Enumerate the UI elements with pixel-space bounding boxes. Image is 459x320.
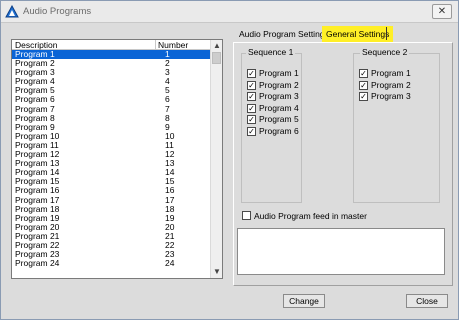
sequence1-checkbox[interactable]: ✓ <box>247 92 256 101</box>
list-item-number: 24 <box>165 258 175 269</box>
column-header-number[interactable]: Number <box>158 40 188 50</box>
close-button-label: Close <box>416 296 438 306</box>
sequence1-checkbox[interactable]: ✓ <box>247 115 256 124</box>
sequence1-option-label: Program 5 <box>259 114 299 124</box>
sequence1-option-label: Program 4 <box>259 102 299 113</box>
info-text-area[interactable] <box>237 228 445 275</box>
scroll-down-icon[interactable]: ▼ <box>211 266 222 278</box>
app-logo-icon <box>5 5 19 18</box>
sequence-1-group: Sequence 1 ✓ Program 1 ✓ Program 2 ✓ Program … <box>241 47 302 203</box>
feed-in-master-checkbox[interactable] <box>242 211 251 220</box>
sequence1-option-label: Program 2 <box>259 79 299 90</box>
sequence2-option-label: Program 1 <box>371 68 411 78</box>
sequence2-checkbox[interactable]: ✓ <box>359 69 368 78</box>
close-button[interactable]: Close <box>406 294 448 308</box>
sequence2-checkbox[interactable]: ✓ <box>359 80 368 90</box>
sequence1-checkbox[interactable]: ✓ <box>247 103 256 113</box>
window-close-button[interactable]: ✕ <box>432 4 452 19</box>
sequence1-option-label: Program 1 <box>259 68 299 78</box>
audio-programs-window: Audio Programs ✕ Description Number Prog… <box>0 0 459 320</box>
list-item[interactable]: Program 24 24 <box>12 259 210 268</box>
tab-strip: Audio Program Settings General Settings <box>233 26 453 42</box>
change-button-label: Change <box>289 296 319 306</box>
sequence1-option-label: Program 3 <box>259 91 299 101</box>
change-button[interactable]: Change <box>283 294 325 308</box>
sequence1-option-label: Program 6 <box>259 125 299 136</box>
sequence2-checkbox[interactable]: ✓ <box>359 92 368 101</box>
sequence1-checkbox[interactable]: ✓ <box>247 69 256 78</box>
list-scrollbar[interactable]: ▲ ▼ <box>210 40 222 278</box>
tab-audio-program-settings[interactable]: Audio Program Settings <box>235 26 333 42</box>
scroll-up-icon[interactable]: ▲ <box>211 40 222 52</box>
list-item-description: Program 24 <box>15 258 60 269</box>
scroll-thumb[interactable] <box>212 52 221 64</box>
list-body: Program 1 1 Program 2 2 Program 3 3 Program 44… <box>12 49 210 268</box>
sequence1-checkbox[interactable]: ✓ <box>247 126 256 136</box>
column-separator[interactable] <box>155 40 156 50</box>
window-title: Audio Programs <box>23 6 92 17</box>
program-list[interactable]: Description Number Program 1 1 Program 22P… <box>11 39 223 279</box>
sequence1-checkbox[interactable]: ✓ <box>247 80 256 90</box>
sequence-2-title: Sequence 2 <box>360 47 410 57</box>
tab-general-settings[interactable]: General Settings <box>322 26 394 42</box>
sequence2-option-label: Program 3 <box>371 91 411 101</box>
sequence-1-title: Sequence 1 <box>246 47 296 57</box>
feed-in-master-label: Audio Program feed in master <box>254 211 367 221</box>
text-cursor <box>386 27 387 40</box>
close-icon: ✕ <box>437 6 447 17</box>
sequence2-option-label: Program 2 <box>371 79 411 90</box>
title-bar[interactable]: Audio Programs ✕ <box>1 1 458 23</box>
sequence-2-group: Sequence 2 ✓ Program 1 ✓ Program 2 ✓ Program … <box>353 47 440 203</box>
